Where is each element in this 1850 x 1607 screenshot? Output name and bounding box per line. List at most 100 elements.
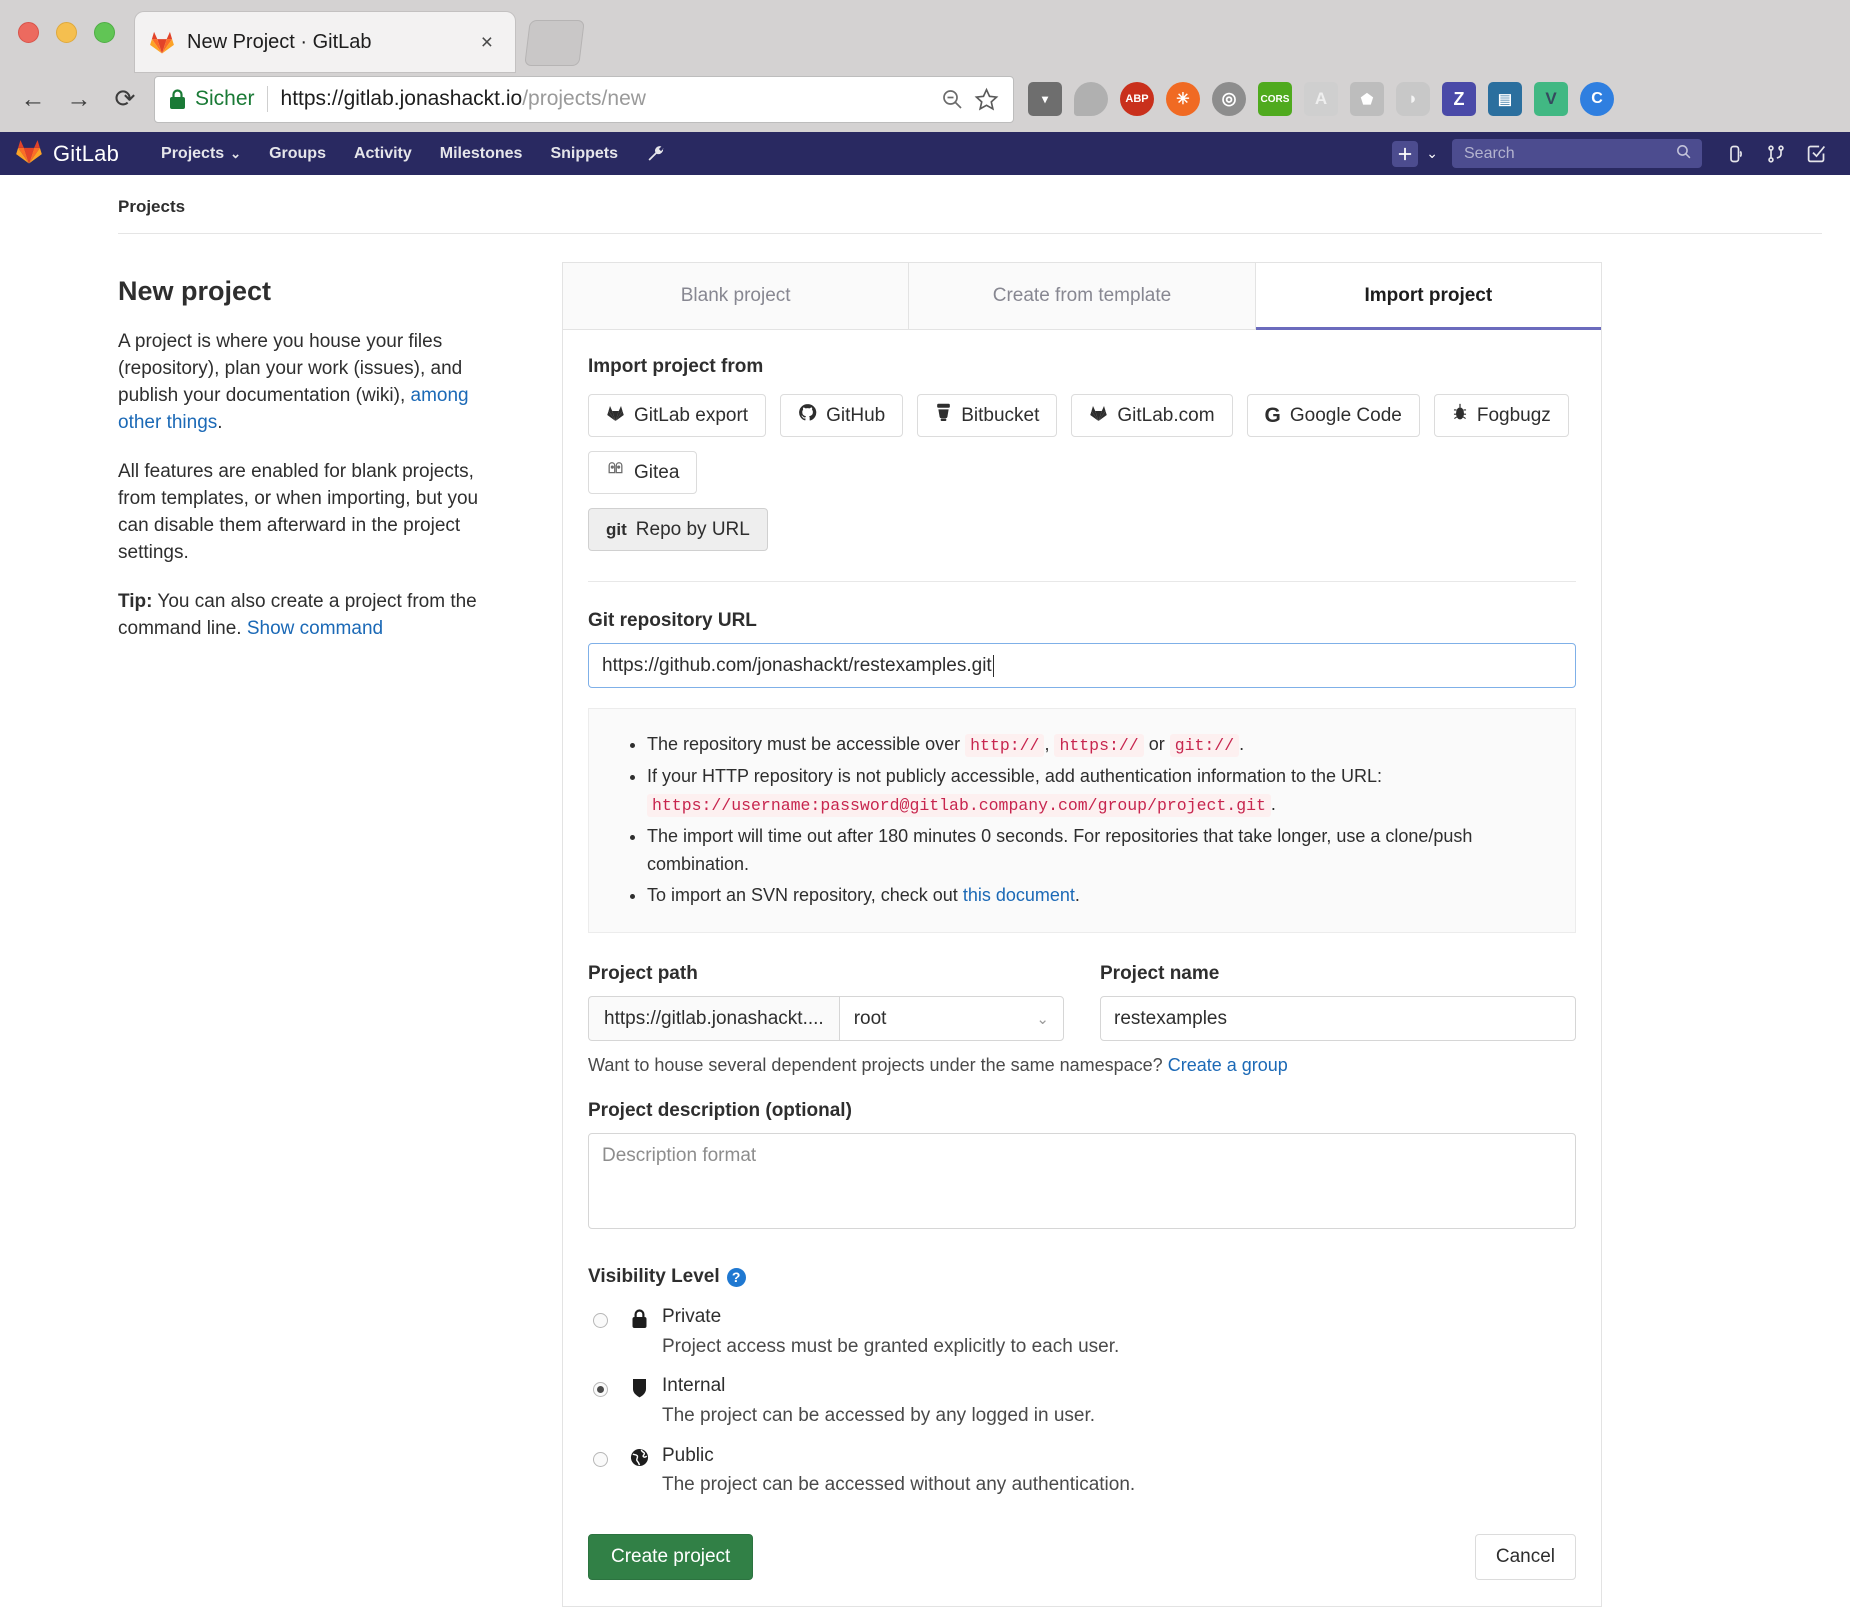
import-source-gitea-label: Gitea: [634, 462, 679, 484]
search-input[interactable]: [1462, 144, 1675, 164]
import-source-fogbugz[interactable]: Fogbugz: [1434, 394, 1569, 437]
vue-devtools-extension-icon[interactable]: V: [1534, 82, 1568, 116]
hint-auth-end: .: [1271, 794, 1276, 814]
address-bar[interactable]: Sicher https://gitlab.jonashackt.io/proj…: [154, 76, 1014, 123]
address-bar-url: https://gitlab.jonashackt.io/projects/ne…: [281, 87, 930, 111]
visibility-radio-public[interactable]: [593, 1452, 608, 1467]
project-name-input[interactable]: [1100, 996, 1576, 1041]
drop-extension-icon[interactable]: ◗: [1396, 82, 1430, 116]
nav-item-groups[interactable]: Groups: [255, 145, 340, 163]
gitlab-nav-right: ⌄: [1392, 138, 1836, 170]
new-project-panel: Blank project Create from template Impor…: [562, 262, 1602, 1607]
cors-extension-icon[interactable]: CORS: [1258, 82, 1292, 116]
visibility-public-desc: The project can be accessed without any …: [662, 1471, 1576, 1500]
angular-extension-icon[interactable]: A: [1304, 82, 1338, 116]
visibility-radio-internal[interactable]: [593, 1382, 608, 1397]
question-mark-icon[interactable]: ?: [727, 1268, 746, 1287]
film-reel-extension-icon[interactable]: ◎: [1212, 82, 1246, 116]
code-https: https://: [1054, 734, 1143, 757]
postman-extension-icon[interactable]: ✳: [1166, 82, 1200, 116]
search-box[interactable]: [1452, 139, 1702, 168]
gitlab-home-link[interactable]: GitLab: [14, 137, 119, 170]
visibility-option-internal[interactable]: Internal The project can be accessed by …: [588, 1373, 1576, 1438]
merge-requests-icon[interactable]: [1756, 138, 1796, 170]
chrome-profile-extension-icon[interactable]: C: [1580, 82, 1614, 116]
zenhub-extension-icon[interactable]: Z: [1442, 82, 1476, 116]
sidebar-paragraph-1: A project is where you house your files …: [118, 329, 508, 437]
search-icon[interactable]: [1675, 143, 1692, 165]
create-a-group-link[interactable]: Create a group: [1168, 1055, 1288, 1075]
nav-item-projects[interactable]: Projects ⌄: [147, 145, 255, 163]
back-button[interactable]: ←: [10, 76, 56, 122]
adblock-plus-extension-icon[interactable]: ABP: [1120, 82, 1154, 116]
gitlab-fox-logo-icon: [14, 137, 44, 170]
gitlab-fox-icon: [1089, 404, 1108, 428]
cancel-button[interactable]: Cancel: [1475, 1534, 1576, 1580]
visibility-radio-private[interactable]: [593, 1313, 608, 1328]
pocket-extension-icon[interactable]: ▾: [1028, 82, 1062, 116]
hint-protocols-or: or: [1144, 734, 1170, 754]
reload-button[interactable]: ⟳: [102, 76, 148, 122]
star-icon[interactable]: [974, 87, 999, 112]
namespace-note-text: Want to house several dependent projects…: [588, 1055, 1168, 1075]
tip-label: Tip:: [118, 591, 152, 612]
address-bar-divider: [267, 86, 268, 112]
this-document-link[interactable]: this document: [963, 885, 1075, 905]
namespace-select[interactable]: root ⌄: [839, 996, 1064, 1041]
import-source-repo-by-url[interactable]: git Repo by URL: [588, 508, 768, 551]
import-source-bitbucket[interactable]: Bitbucket: [917, 394, 1057, 437]
import-source-gitlab-export[interactable]: GitLab export: [588, 394, 766, 437]
hint-svn-text: To import an SVN repository, check out: [647, 885, 963, 905]
url-scheme: https://: [281, 87, 344, 110]
visibility-option-private[interactable]: Private Project access must be granted e…: [588, 1304, 1576, 1369]
close-window-button[interactable]: [18, 22, 39, 43]
hint-auth-text: If your HTTP repository is not publicly …: [647, 766, 1382, 786]
issues-icon[interactable]: [1716, 138, 1756, 170]
code-git: git://: [1170, 734, 1239, 757]
forward-button[interactable]: →: [56, 76, 102, 122]
project-path-group: Project path https://gitlab.jonashackt..…: [588, 963, 1064, 1041]
hint-protocols-end: .: [1239, 734, 1244, 754]
show-command-link[interactable]: Show command: [247, 618, 383, 639]
gitlab-icon: [149, 29, 175, 55]
hint-timeout: The import will time out after 180 minut…: [647, 823, 1547, 879]
import-source-google-code-label: Google Code: [1290, 405, 1402, 427]
wrench-icon[interactable]: [632, 144, 680, 164]
gitlab-nav-links: Projects ⌄ Groups Activity Milestones Sn…: [147, 144, 680, 164]
maximize-window-button[interactable]: [94, 22, 115, 43]
breadcrumb[interactable]: Projects: [28, 175, 1822, 233]
close-tab-button[interactable]: ×: [473, 32, 501, 53]
create-project-button[interactable]: Create project: [588, 1534, 753, 1580]
window-controls[interactable]: [18, 22, 115, 43]
browser-tabstrip: New Project · GitLab ×: [0, 0, 1850, 72]
project-description-textarea[interactable]: [588, 1133, 1576, 1229]
tab-blank-project[interactable]: Blank project: [563, 263, 909, 329]
tab-create-from-template[interactable]: Create from template: [909, 263, 1255, 329]
import-source-google-code[interactable]: G Google Code: [1247, 394, 1420, 437]
nav-item-activity[interactable]: Activity: [340, 145, 426, 163]
visibility-option-public[interactable]: Public The project can be accessed witho…: [588, 1443, 1576, 1508]
minimize-window-button[interactable]: [56, 22, 77, 43]
fogbugz-bug-icon: [1452, 403, 1468, 428]
tab-import-project[interactable]: Import project: [1256, 263, 1601, 329]
import-source-gitea[interactable]: Gitea: [588, 451, 697, 494]
import-source-github[interactable]: GitHub: [780, 394, 903, 437]
project-path-prefix: https://gitlab.jonashackt....: [588, 996, 839, 1041]
bubble-extension-icon[interactable]: [1074, 82, 1108, 116]
code-http: http://: [965, 734, 1044, 757]
zoom-out-icon[interactable]: [940, 87, 964, 111]
notes-extension-icon[interactable]: ▤: [1488, 82, 1522, 116]
nav-item-snippets[interactable]: Snippets: [536, 145, 632, 163]
nav-item-milestones[interactable]: Milestones: [426, 145, 537, 163]
hint-protocols-text-a: The repository must be accessible over: [647, 734, 965, 754]
new-tab-button[interactable]: [524, 20, 585, 66]
browser-tab[interactable]: New Project · GitLab ×: [135, 12, 515, 72]
sidebar-paragraph-2: All features are enabled for blank proje…: [118, 459, 508, 567]
shield-extension-icon[interactable]: ⬟: [1350, 82, 1384, 116]
git-repository-url-input[interactable]: https://github.com/jonashackt/restexampl…: [588, 643, 1576, 688]
new-dropdown[interactable]: ⌄: [1392, 141, 1438, 167]
sidebar-p1-text-b: .: [217, 412, 222, 433]
import-source-gitlab-com[interactable]: GitLab.com: [1071, 394, 1232, 437]
todos-icon[interactable]: [1796, 138, 1836, 170]
hint-svn: To import an SVN repository, check out t…: [647, 882, 1547, 910]
